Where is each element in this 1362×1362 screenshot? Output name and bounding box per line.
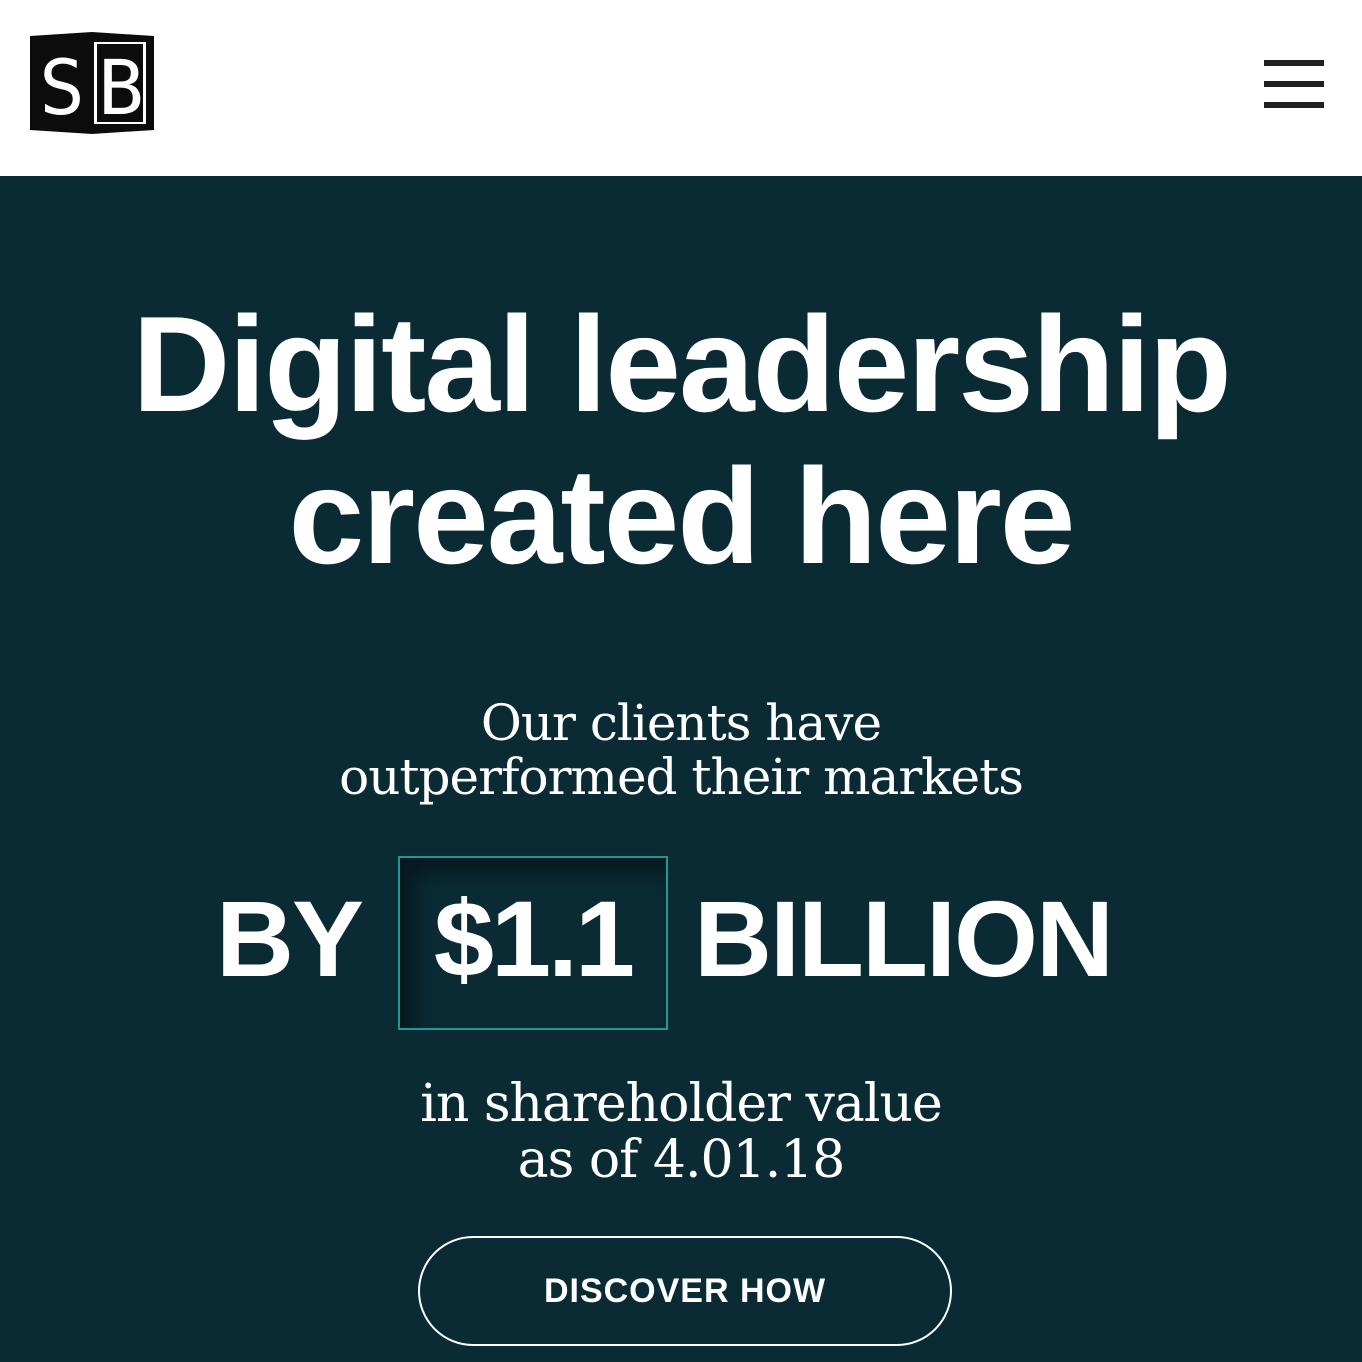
subtitle-line-1: Our clients have <box>480 694 882 752</box>
stat-unit: BILLION <box>694 878 1114 999</box>
hamburger-menu-icon-bar-middle <box>1264 81 1324 87</box>
sb-logo-icon: S B <box>30 32 154 134</box>
headline-line-1: Digital leadership <box>132 288 1232 440</box>
hero-caption: in shareholder value as of 4.01.18 <box>0 1076 1362 1188</box>
hamburger-menu-button[interactable] <box>1256 56 1332 116</box>
caption-line-2: as of 4.01.18 <box>517 1130 846 1190</box>
site-header: S B <box>0 0 1362 176</box>
svg-text:B: B <box>98 43 144 132</box>
hamburger-menu-icon-bar-bottom <box>1264 102 1324 108</box>
stat-prefix: BY <box>216 878 364 999</box>
caption-line-1: in shareholder value <box>420 1074 943 1134</box>
discover-how-button[interactable]: DISCOVER HOW <box>418 1236 952 1346</box>
svg-text:S: S <box>39 43 85 132</box>
hamburger-menu-icon-bar-top <box>1264 60 1324 66</box>
subtitle-line-2: outperformed their markets <box>339 748 1024 806</box>
hero-headline: Digital leadership created here <box>0 288 1362 592</box>
hero-section: Digital leadership created here Our clie… <box>0 176 1362 1362</box>
stat-value: $1.1 <box>433 878 635 999</box>
headline-line-2: created here <box>288 440 1076 592</box>
sb-logo[interactable]: S B <box>30 30 155 136</box>
hero-subtitle: Our clients have outperformed their mark… <box>0 696 1362 804</box>
shareholder-value-stat: BY $1.1 BILLION <box>0 856 1362 1030</box>
stat-value-box: $1.1 <box>398 856 668 1030</box>
